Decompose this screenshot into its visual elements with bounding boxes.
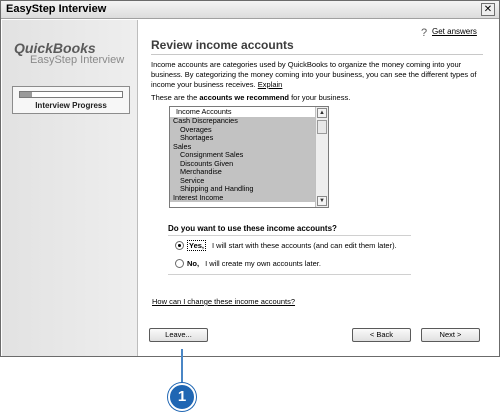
list-items: Income Accounts Cash Discrepancies Overag…	[170, 107, 315, 207]
option-no-text: I will create my own accounts later.	[205, 259, 321, 268]
option-yes-text: I will start with these accounts (and ca…	[212, 241, 397, 250]
leave-button[interactable]: Leave...	[149, 328, 208, 342]
interview-progress: Interview Progress	[12, 86, 130, 114]
scroll-down-button[interactable]: ▼	[317, 196, 327, 206]
list-item[interactable]: Shortages	[170, 133, 315, 143]
progress-label: Interview Progress	[35, 101, 107, 110]
recommend-suffix: for your business.	[289, 93, 351, 102]
option-yes-label: Yes,	[187, 240, 207, 251]
list-item[interactable]: Interest Income	[170, 193, 315, 202]
question-icon[interactable]: ?	[421, 27, 427, 39]
scroll-up-button[interactable]: ▲	[317, 108, 327, 118]
next-button[interactable]: Next >	[421, 328, 480, 342]
recommend-bold: accounts we recommend	[199, 93, 289, 102]
callout-badge: 1	[168, 383, 196, 411]
progress-bar	[19, 91, 123, 98]
callout-line	[181, 349, 183, 385]
intro-text: Income accounts are categories used by Q…	[151, 60, 487, 90]
title-divider	[151, 54, 483, 55]
page-title: Review income accounts	[151, 38, 294, 52]
income-accounts-list[interactable]: Income Accounts Cash Discrepancies Overag…	[169, 106, 329, 208]
change-accounts-link[interactable]: How can I change these income accounts?	[152, 297, 295, 306]
back-button[interactable]: < Back	[352, 328, 411, 342]
close-button[interactable]: ✕	[481, 3, 495, 16]
scroll-thumb[interactable]	[317, 120, 327, 134]
intro-body: Income accounts are categories used by Q…	[151, 60, 477, 89]
radio-no[interactable]	[175, 258, 184, 268]
option-yes[interactable]: Yes, I will start with these accounts (an…	[175, 240, 397, 252]
option-no[interactable]: No, I will create my own accounts later.	[175, 258, 321, 270]
recommend-prefix: These are the	[151, 93, 200, 102]
question-divider	[168, 235, 411, 236]
get-answers-link[interactable]: Get answers	[432, 27, 477, 36]
option-no-label: No,	[187, 259, 200, 268]
radio-yes[interactable]	[175, 240, 184, 250]
recommend-text: These are the accounts we recommend for …	[151, 93, 350, 102]
brand-subtitle: EasyStep Interview	[30, 54, 125, 66]
progress-fill	[20, 92, 33, 97]
list-scrollbar[interactable]: ▲ ▼	[315, 107, 328, 207]
title-bar: EasyStep Interview ✕	[1, 1, 499, 19]
window-title: EasyStep Interview	[6, 3, 107, 15]
explain-link[interactable]: Explain	[258, 80, 283, 89]
sidebar: QuickBooks EasyStep Interview Interview …	[2, 20, 138, 356]
options-divider	[168, 274, 411, 275]
question-text: Do you want to use these income accounts…	[168, 224, 337, 233]
